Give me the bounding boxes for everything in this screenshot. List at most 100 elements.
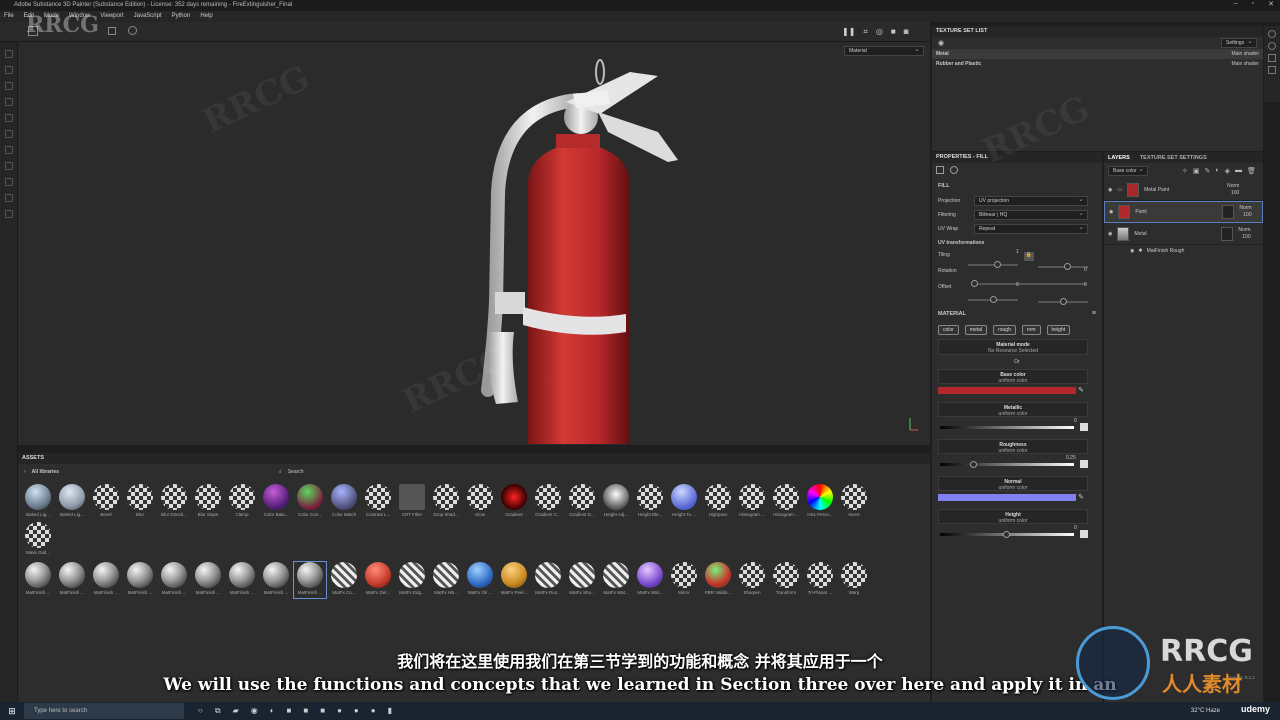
blend-mode[interactable]: Norm [1227, 183, 1239, 189]
asset-thumbnail[interactable]: Sharpen [736, 562, 768, 598]
asset-thumbnail[interactable]: MatFx HB... [430, 562, 462, 598]
blend-mode[interactable]: Norm [1238, 227, 1250, 233]
asset-thumbnail[interactable]: MatFx Edg... [396, 562, 428, 598]
asset-thumbnail[interactable]: Tri-Planar ... [804, 562, 836, 598]
color-picker-icon[interactable]: ✎ [1078, 493, 1084, 501]
menu-file[interactable]: File [4, 11, 14, 22]
asset-thumbnail[interactable]: Gradient C... [532, 484, 564, 520]
map-icon[interactable] [1080, 423, 1088, 431]
asset-thumbnail[interactable]: Color Match [328, 484, 360, 520]
picker-tool-icon[interactable] [4, 146, 13, 154]
smart-material-icon[interactable]: ◈ [1225, 167, 1230, 175]
asset-thumbnail[interactable]: Blur Directi... [158, 484, 190, 520]
history-icon[interactable] [1268, 66, 1276, 74]
height-slider[interactable] [940, 531, 1074, 538]
cortana-icon[interactable]: ○ [198, 706, 203, 716]
mask-thumbnail[interactable] [1222, 205, 1235, 219]
asset-thumbnail[interactable]: Warp [838, 562, 870, 598]
asset-thumbnail[interactable]: Color Bala... [260, 484, 292, 520]
search-input[interactable]: Search [288, 469, 304, 475]
asset-thumbnail[interactable]: Mirror [668, 562, 700, 598]
search-icon[interactable]: ⌕ [279, 469, 282, 475]
obs-icon[interactable]: ● [371, 706, 376, 716]
task-view-icon[interactable]: ⧉ [215, 706, 221, 716]
pause-icon[interactable]: ❚❚ [842, 27, 855, 37]
environment-icon[interactable] [1268, 42, 1276, 50]
blender-icon[interactable]: ◐ [270, 706, 275, 716]
menu-viewport[interactable]: Viewport [100, 11, 123, 22]
bake-icon[interactable] [4, 162, 13, 170]
asset-thumbnail[interactable]: Color Corr... [294, 484, 326, 520]
asset-thumbnail[interactable]: Gradient D... [566, 484, 598, 520]
offset-x-slider[interactable] [968, 296, 1018, 303]
asset-thumbnail[interactable]: MatFx Wat... [600, 562, 632, 598]
spotify-icon[interactable]: ● [354, 706, 359, 716]
chrome-icon[interactable]: ◉ [251, 706, 258, 716]
paint-tool-icon[interactable] [4, 50, 13, 58]
asset-thumbnail[interactable]: Height Adj... [600, 484, 632, 520]
asset-thumbnail[interactable]: Baked Lig... [22, 484, 54, 520]
roughness-slider[interactable] [940, 461, 1074, 468]
asset-thumbnail[interactable]: Clamp [226, 484, 258, 520]
channel-select[interactable]: Base color [1108, 165, 1148, 176]
layer-row[interactable]: ◉ ▭ Metal Paint Norm 100 [1104, 179, 1263, 201]
crop-icon[interactable]: ⌗ [863, 27, 868, 37]
lasso-icon[interactable]: ◎ [876, 27, 883, 37]
asset-thumbnail[interactable]: Bevel [90, 484, 122, 520]
menu-javascript[interactable]: JavaScript [134, 11, 162, 22]
fill-tab-icon[interactable] [936, 166, 944, 174]
measure-icon[interactable] [4, 194, 13, 202]
folder-icon[interactable]: ▬ [1235, 167, 1242, 175]
material-tab-icon[interactable] [950, 166, 958, 174]
material-mode-block[interactable]: Material mode No Resource Selected [938, 339, 1088, 355]
blend-mode[interactable]: Norm [1239, 205, 1251, 211]
tab-layers[interactable]: LAYERS [1108, 155, 1130, 161]
eraser-tool-icon[interactable] [4, 66, 13, 74]
base-color-swatch[interactable] [938, 386, 1076, 394]
projection-tool-icon[interactable] [4, 82, 13, 90]
viewport-3d[interactable]: Material [18, 42, 930, 445]
uv-transformations-label[interactable]: UV transformations [938, 240, 1096, 246]
channel-metal-toggle[interactable]: metal [964, 325, 988, 335]
asset-thumbnail[interactable]: Height Ble... [634, 484, 666, 520]
layer-row[interactable]: ◉ Paint Norm 100 [1104, 201, 1263, 223]
clone-tool-icon[interactable] [4, 130, 13, 138]
trash-icon[interactable]: 🗑 [1247, 167, 1256, 175]
menu-python[interactable]: Python [172, 11, 191, 22]
screenshot-icon[interactable]: ◙ [904, 27, 909, 37]
photoshop-icon[interactable]: ■ [303, 706, 308, 716]
asset-thumbnail[interactable]: MatFx Wat... [634, 562, 666, 598]
map-icon[interactable] [1080, 530, 1088, 538]
asset-thumbnail[interactable]: MatFx Shu... [566, 562, 598, 598]
filtering-select[interactable]: Bilinear | HQ [974, 209, 1088, 220]
settings-dropdown[interactable]: Settings [1221, 37, 1257, 48]
metallic-slider[interactable] [940, 426, 1074, 429]
tab-texture-set-settings[interactable]: TEXTURE SET SETTINGS [1140, 155, 1207, 161]
asset-thumbnail[interactable]: Drop Shad... [430, 484, 462, 520]
asset-thumbnail[interactable]: Glow [464, 484, 496, 520]
asset-thumbnail[interactable]: MatFinish ... [260, 562, 292, 598]
asset-thumbnail[interactable]: Histogram ... [736, 484, 768, 520]
geometry-mask-icon[interactable] [4, 178, 13, 186]
eye-icon[interactable]: ◉ [1130, 248, 1134, 254]
eye-icon[interactable]: ◉ [1109, 209, 1113, 215]
projection-select[interactable]: UV projection [974, 195, 1088, 206]
opacity-value[interactable]: 100 [1242, 234, 1250, 240]
texture-set-item[interactable]: Metal Main shader [932, 49, 1263, 59]
asset-thumbnail[interactable]: Contrast L... [362, 484, 394, 520]
maximize-button[interactable]: ▫ [1252, 0, 1254, 11]
asset-thumbnail[interactable]: MatFinish ... [124, 562, 156, 598]
asset-thumbnail[interactable]: Invert [838, 484, 870, 520]
display-settings-icon[interactable] [1268, 54, 1276, 62]
add-effect-icon[interactable]: ✧ [1182, 167, 1188, 175]
close-button[interactable]: ✕ [1268, 0, 1274, 11]
asset-thumbnail[interactable]: Highpass [702, 484, 734, 520]
taskbar-search-input[interactable]: Type here to search [24, 703, 184, 719]
eye-icon[interactable]: ◉ [938, 39, 944, 47]
mask-thumbnail[interactable] [1221, 226, 1234, 241]
premiere-icon[interactable]: ■ [320, 706, 325, 716]
export-icon[interactable] [4, 210, 13, 218]
channel-nrm-toggle[interactable]: nrm [1021, 325, 1041, 335]
channel-color-toggle[interactable]: color [938, 325, 959, 335]
asset-thumbnail[interactable]: MatFx Oil ... [464, 562, 496, 598]
